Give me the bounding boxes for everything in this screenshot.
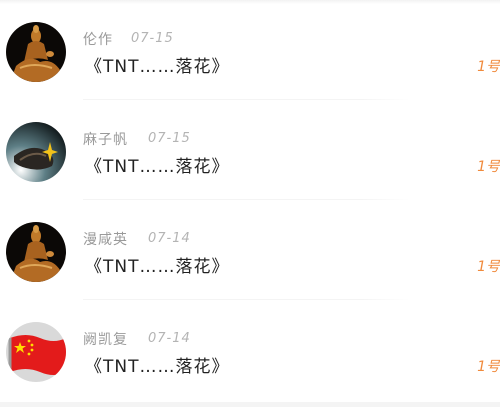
post-date: 07-15 bbox=[148, 131, 191, 146]
avatar-china-flag[interactable] bbox=[6, 322, 66, 382]
china-flag-icon bbox=[6, 322, 66, 382]
user-name: 漫咸英 bbox=[83, 232, 128, 248]
song-title[interactable]: 《TNT……落花》 bbox=[85, 52, 230, 77]
avatar-buddha-statue[interactable] bbox=[6, 222, 66, 282]
buddha-statue-icon bbox=[6, 222, 66, 282]
rank-label: 1号 bbox=[477, 159, 500, 175]
rank-label: 1号 bbox=[477, 259, 500, 275]
user-name: 阙凯复 bbox=[83, 332, 128, 348]
list-item[interactable]: 麻子帆 07-15 《TNT……落花》 1号 bbox=[0, 100, 500, 200]
list-item[interactable]: 伦作 07-15 《TNT……落花》 1号 bbox=[0, 0, 500, 100]
song-title[interactable]: 《TNT……落花》 bbox=[85, 152, 230, 177]
post-date: 07-15 bbox=[131, 31, 174, 46]
buddha-hand-icon bbox=[6, 122, 66, 182]
list-item[interactable]: 阙凯复 07-14 《TNT……落花》 1号 bbox=[0, 300, 500, 400]
avatar-buddha-hand[interactable] bbox=[6, 122, 66, 182]
post-date: 07-14 bbox=[148, 231, 191, 246]
user-name: 伦作 bbox=[83, 32, 113, 48]
rank-label: 1号 bbox=[477, 59, 500, 75]
user-name: 麻子帆 bbox=[83, 132, 128, 148]
list-item[interactable]: 漫咸英 07-14 《TNT……落花》 1号 bbox=[0, 200, 500, 300]
avatar-buddha-statue[interactable] bbox=[6, 22, 66, 82]
song-title[interactable]: 《TNT……落花》 bbox=[85, 352, 230, 377]
buddha-statue-icon bbox=[6, 22, 66, 82]
bottom-edge bbox=[0, 402, 500, 407]
post-date: 07-14 bbox=[148, 331, 191, 346]
rank-label: 1号 bbox=[477, 359, 500, 375]
song-title[interactable]: 《TNT……落花》 bbox=[85, 252, 230, 277]
